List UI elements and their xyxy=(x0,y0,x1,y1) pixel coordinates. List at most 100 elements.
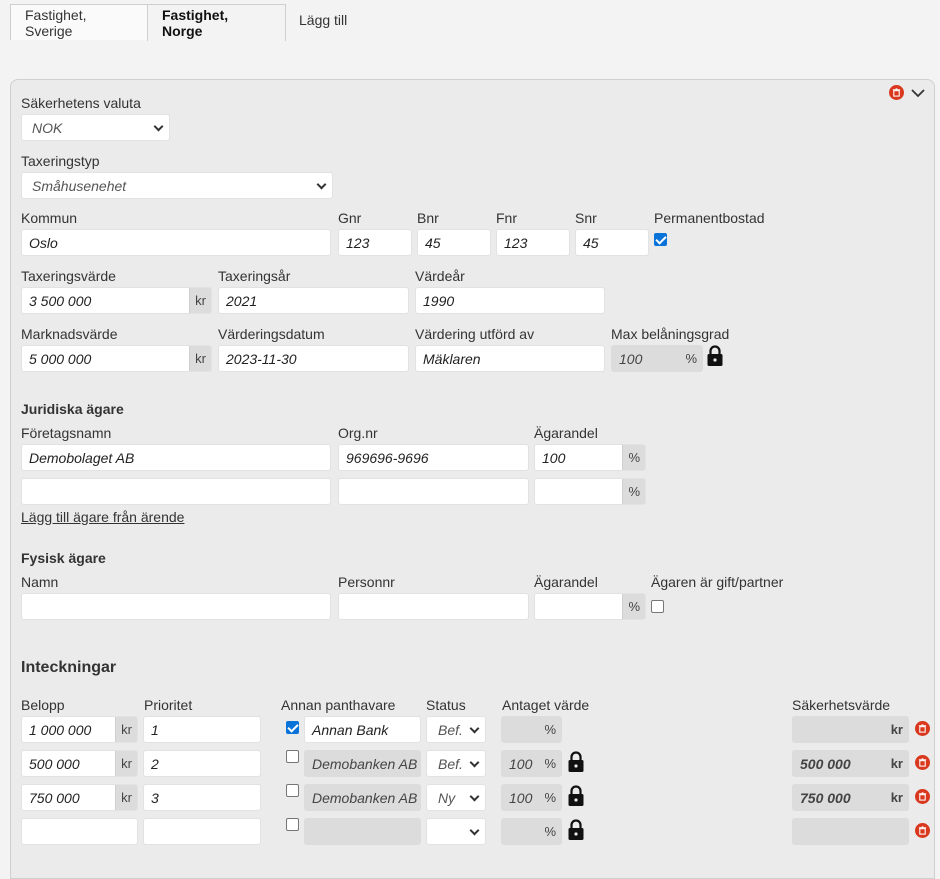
assumed-value-input: 100 % xyxy=(501,784,562,811)
currency-addon: kr xyxy=(189,346,211,371)
other-holder-checkbox[interactable] xyxy=(286,784,299,797)
other-holder-checkbox[interactable] xyxy=(286,818,299,831)
value-year-input[interactable]: 1990 xyxy=(415,287,605,314)
tax-year-input[interactable]: 2021 xyxy=(218,287,409,314)
physical-share-label: Ägarandel xyxy=(534,574,598,590)
personnr-input[interactable] xyxy=(338,593,529,620)
chevron-down-icon xyxy=(469,825,480,836)
chevron-down-icon xyxy=(316,179,327,190)
assumed-value-label: Antaget värde xyxy=(502,697,590,713)
collapse-chevron-icon[interactable] xyxy=(910,86,926,100)
owner-name-input[interactable] xyxy=(21,593,331,620)
percent-addon: % xyxy=(622,479,645,504)
lock-icon[interactable] xyxy=(567,819,585,841)
physical-share-input[interactable]: % xyxy=(534,593,646,620)
assumed-value-input: % xyxy=(501,716,562,743)
currency-addon: kr xyxy=(115,717,137,742)
add-owner-from-case-link[interactable]: Lägg till ägare från ärende xyxy=(21,509,184,525)
security-value-label: Säkerhetsvärde xyxy=(792,697,891,713)
company-name-input[interactable]: Demobolaget AB xyxy=(21,444,331,471)
owner-name-label: Namn xyxy=(21,574,59,590)
gnr-input[interactable]: 123 xyxy=(338,229,412,256)
tab-lagg-till[interactable]: Lägg till xyxy=(285,2,361,38)
delete-property-trash-icon[interactable] xyxy=(889,85,904,100)
physical-owner-title: Fysisk ägare xyxy=(21,550,106,566)
gnr-label: Gnr xyxy=(338,210,362,226)
tax-value-input[interactable]: 3 500 000 kr xyxy=(21,287,212,314)
legal-share-input[interactable]: % xyxy=(534,478,646,505)
tax-type-label: Taxeringstyp xyxy=(21,153,100,169)
other-holder-checkbox[interactable] xyxy=(286,721,299,734)
chevron-down-icon xyxy=(469,791,480,802)
currency-select[interactable]: NOK xyxy=(21,114,170,141)
mortgages-title: Inteckningar xyxy=(21,659,117,676)
tab-label: Lägg till xyxy=(299,12,348,28)
percent-addon: % xyxy=(680,346,702,371)
priority-input[interactable]: 3 xyxy=(143,784,261,811)
company-name-input[interactable] xyxy=(21,478,331,505)
assumed-value-input: 100 % xyxy=(501,750,562,777)
tax-value-label: Taxeringsvärde xyxy=(21,268,116,284)
permanent-checkbox[interactable] xyxy=(654,233,667,246)
status-select[interactable]: Bef. xyxy=(426,750,486,777)
legal-owners-title: Juridiska ägare xyxy=(21,401,124,417)
market-value-input[interactable]: 5 000 000 kr xyxy=(21,345,212,372)
personnr-label: Personnr xyxy=(338,574,395,590)
valuation-by-label: Värdering utförd av xyxy=(415,326,535,342)
priority-input[interactable] xyxy=(143,818,261,845)
tab-fastighet-norge[interactable]: Fastighet, Norge xyxy=(147,4,286,41)
tab-label: Fastighet, Norge xyxy=(162,7,229,39)
snr-input[interactable]: 45 xyxy=(575,229,649,256)
tax-type-select[interactable]: Småhusenehet xyxy=(21,172,333,199)
holder-input[interactable]: Annan Bank xyxy=(304,716,421,743)
max-ltv-input: 100 % xyxy=(611,345,703,372)
tab-fastighet-sverige[interactable]: Fastighet, Sverige xyxy=(10,4,148,40)
delete-mortgage-trash-icon[interactable] xyxy=(915,755,930,770)
lock-icon[interactable] xyxy=(706,345,724,367)
kommun-label: Kommun xyxy=(21,210,78,226)
priority-input[interactable]: 1 xyxy=(143,716,261,743)
percent-addon: % xyxy=(539,717,561,742)
holder-input xyxy=(304,818,421,845)
married-checkbox[interactable] xyxy=(651,600,664,613)
max-ltv-label: Max belåningsgrad xyxy=(611,326,730,342)
value-year-label: Värdeår xyxy=(415,268,465,284)
delete-mortgage-trash-icon[interactable] xyxy=(915,789,930,804)
priority-input[interactable]: 2 xyxy=(143,750,261,777)
amount-input[interactable]: 500 000 kr xyxy=(21,750,138,777)
delete-mortgage-trash-icon[interactable] xyxy=(915,721,930,736)
status-select[interactable] xyxy=(426,818,486,845)
status-select[interactable]: Bef. xyxy=(426,716,486,743)
amount-input[interactable]: 1 000 000 kr xyxy=(21,716,138,743)
other-holder-label: Annan panthavare xyxy=(281,697,396,713)
fnr-input[interactable]: 123 xyxy=(496,229,570,256)
permanent-label: Permanentbostad xyxy=(654,210,765,226)
married-label: Ägaren är gift/partner xyxy=(651,574,784,590)
security-value-input: kr xyxy=(792,716,909,743)
valuation-by-input[interactable]: Mäklaren xyxy=(415,345,605,372)
org-nr-input[interactable]: 969696-9696 xyxy=(338,444,529,471)
lock-icon[interactable] xyxy=(567,785,585,807)
other-holder-checkbox[interactable] xyxy=(286,750,299,763)
valuation-date-input[interactable]: 2023-11-30 xyxy=(218,345,409,372)
kommun-input[interactable]: Oslo xyxy=(21,229,331,256)
currency-addon: kr xyxy=(885,785,908,810)
lock-icon[interactable] xyxy=(567,751,585,773)
currency-addon: kr xyxy=(115,785,137,810)
delete-mortgage-trash-icon[interactable] xyxy=(915,823,930,838)
fnr-label: Fnr xyxy=(496,210,517,226)
holder-input: Demobanken AB xyxy=(304,784,421,811)
valuation-date-label: Värderingsdatum xyxy=(218,326,325,342)
amount-input[interactable]: 750 000 kr xyxy=(21,784,138,811)
legal-share-input[interactable]: 100 % xyxy=(534,444,646,471)
bnr-input[interactable]: 45 xyxy=(417,229,491,256)
percent-addon: % xyxy=(539,751,561,776)
org-nr-input[interactable] xyxy=(338,478,529,505)
status-select[interactable]: Ny xyxy=(426,784,486,811)
amount-input[interactable] xyxy=(21,818,138,845)
currency-addon: kr xyxy=(885,717,908,742)
tab-label: Fastighet, Sverige xyxy=(25,6,87,39)
currency-addon: kr xyxy=(115,751,137,776)
security-value-input: 750 000 kr xyxy=(792,784,909,811)
company-name-label: Företagsnamn xyxy=(21,425,112,441)
